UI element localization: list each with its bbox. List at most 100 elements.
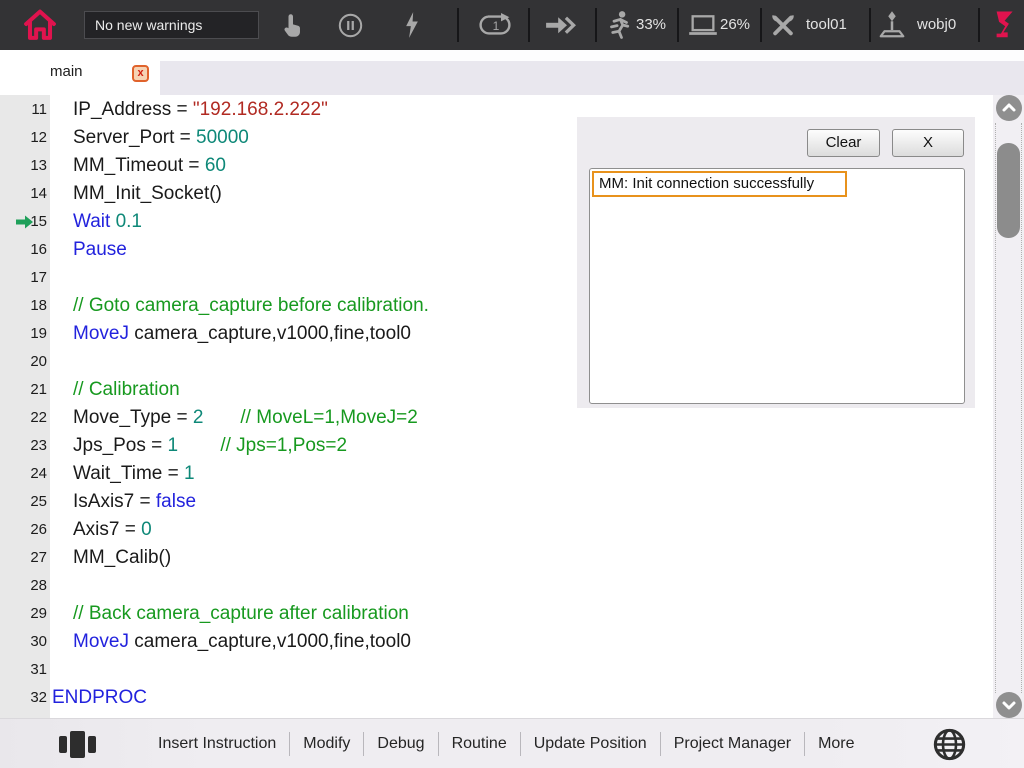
menu-item-debug[interactable]: Debug (364, 735, 437, 753)
pendant-menu-icon[interactable] (57, 729, 97, 759)
code-text: Pause (73, 236, 127, 264)
line-number: 16 (0, 236, 47, 264)
code-line-25[interactable]: 25 IsAxis7 = false (0, 488, 993, 516)
line-number: 27 (0, 544, 47, 572)
code-text: Move_Type = 2 // MoveL=1,MoveJ=2 (73, 404, 418, 432)
line-number: 15 (0, 208, 47, 236)
language-globe-icon[interactable] (933, 728, 966, 761)
clear-button[interactable]: Clear (807, 129, 880, 157)
code-text: IsAxis7 = false (73, 488, 196, 516)
code-text: Server_Port = 50000 (73, 124, 249, 152)
scrollbar-track[interactable] (1021, 123, 1022, 693)
line-number: 23 (0, 432, 47, 460)
scrollbar-thumb[interactable] (997, 143, 1020, 238)
code-line-24[interactable]: 24 Wait_Time = 1 (0, 460, 993, 488)
robot-brand-icon[interactable] (991, 9, 1017, 41)
pendant-bar (88, 736, 96, 753)
code-line-27[interactable]: 27 MM_Calib() (0, 544, 993, 572)
topbar-divider (457, 8, 459, 42)
menu-item-project-manager[interactable]: Project Manager (661, 735, 804, 753)
line-number: 28 (0, 572, 47, 600)
chevron-up-icon (996, 95, 1022, 121)
work-object-label: wobj0 (917, 16, 956, 33)
line-number: 11 (0, 96, 47, 124)
line-number: 21 (0, 376, 47, 404)
line-number: 14 (0, 180, 47, 208)
code-text: MM_Calib() (73, 544, 171, 572)
menu-item-routine[interactable]: Routine (439, 735, 520, 753)
message-listbox[interactable]: MM: Init connection successfully (589, 168, 965, 404)
line-number: 19 (0, 320, 47, 348)
tool-settings-icon[interactable] (769, 12, 797, 39)
code-text: ENDPROC (52, 684, 147, 712)
line-number: 17 (0, 264, 47, 292)
home-icon[interactable] (21, 7, 59, 44)
tab-main[interactable]: main x (0, 50, 160, 95)
speed-runner-icon[interactable] (606, 10, 632, 40)
pendant-bar (70, 731, 85, 758)
line-number: 18 (0, 292, 47, 320)
code-text: // Goto camera_capture before calibratio… (73, 292, 429, 320)
message-item[interactable]: MM: Init connection successfully (592, 171, 847, 197)
menu-item-modify[interactable]: Modify (290, 735, 363, 753)
pendant-bar (59, 736, 67, 753)
code-text: IP_Address = "192.168.2.222" (73, 96, 328, 124)
scroll-up-button[interactable] (996, 95, 1022, 121)
line-number: 12 (0, 124, 47, 152)
code-text: MM_Init_Socket() (73, 180, 222, 208)
menu-item-more[interactable]: More (805, 735, 867, 753)
code-line-22[interactable]: 22 Move_Type = 2 // MoveL=1,MoveJ=2 (0, 404, 993, 432)
topbar-divider (978, 8, 980, 42)
code-line-30[interactable]: 30MoveJ camera_capture,v1000,fine,tool0 (0, 628, 993, 656)
line-number: 30 (0, 628, 47, 656)
cycle-once-label: 1 (493, 19, 500, 33)
tab-close-icon[interactable]: x (132, 65, 149, 82)
code-editor: 11 IP_Address = "192.168.2.222" 12 Server_P… (0, 95, 1024, 718)
warning-text: No new warnings (95, 17, 202, 33)
menu-item-insert-instruction[interactable]: Insert Instruction (145, 735, 289, 753)
code-text: Jps_Pos = 1 // Jps=1,Pos=2 (73, 432, 347, 460)
screen-percentage: 26% (720, 16, 750, 33)
code-line-31[interactable]: 31 (0, 656, 993, 684)
step-forward-icon[interactable] (545, 14, 578, 36)
code-line-26[interactable]: 26Axis7 = 0 (0, 516, 993, 544)
close-panel-button[interactable]: X (892, 129, 964, 157)
manual-mode-hand-icon[interactable] (281, 12, 305, 39)
top-status-bar: No new warnings 1 33% 26% tool01 (0, 0, 1024, 50)
line-number: 20 (0, 348, 47, 376)
topbar-divider (528, 8, 530, 42)
code-text: Wait_Time = 1 (73, 460, 195, 488)
chevron-down-icon (996, 692, 1022, 718)
taskbar-menu: Insert InstructionModifyDebugRoutineUpda… (145, 719, 868, 768)
warning-status-box[interactable]: No new warnings (84, 11, 259, 39)
motors-power-icon[interactable] (401, 11, 423, 39)
code-text: MM_Timeout = 60 (73, 152, 226, 180)
line-number: 29 (0, 600, 47, 628)
code-line-29[interactable]: 29 // Back camera_capture after calibrati… (0, 600, 993, 628)
topbar-divider (595, 8, 597, 42)
line-number: 31 (0, 656, 47, 684)
code-line-28[interactable]: 28 (0, 572, 993, 600)
code-text: Wait 0.1 (73, 208, 142, 236)
scroll-down-button[interactable] (996, 692, 1022, 718)
line-number: 13 (0, 152, 47, 180)
message-panel: Clear X MM: Init connection successfully (577, 117, 975, 408)
topbar-divider (677, 8, 679, 42)
line-number: 22 (0, 404, 47, 432)
topbar-divider (869, 8, 871, 42)
work-object-joystick-icon[interactable] (878, 10, 906, 40)
tab-main-label: main (50, 63, 83, 80)
menu-item-update-position[interactable]: Update Position (521, 735, 660, 753)
single-cycle-icon[interactable]: 1 (477, 13, 513, 37)
topbar-divider (760, 8, 762, 42)
scrollbar-track[interactable] (995, 123, 996, 693)
code-line-23[interactable]: 23 Jps_Pos = 1 // Jps=1,Pos=2 (0, 432, 993, 460)
code-line-32[interactable]: 32ENDPROC (0, 684, 993, 712)
line-number: 24 (0, 460, 47, 488)
line-number: 25 (0, 488, 47, 516)
active-tool-label: tool01 (806, 16, 847, 33)
screen-brightness-icon[interactable] (688, 14, 718, 37)
code-text: Axis7 = 0 (73, 516, 152, 544)
pause-status-icon[interactable] (337, 12, 364, 39)
code-text: // Back camera_capture after calibration (73, 600, 409, 628)
